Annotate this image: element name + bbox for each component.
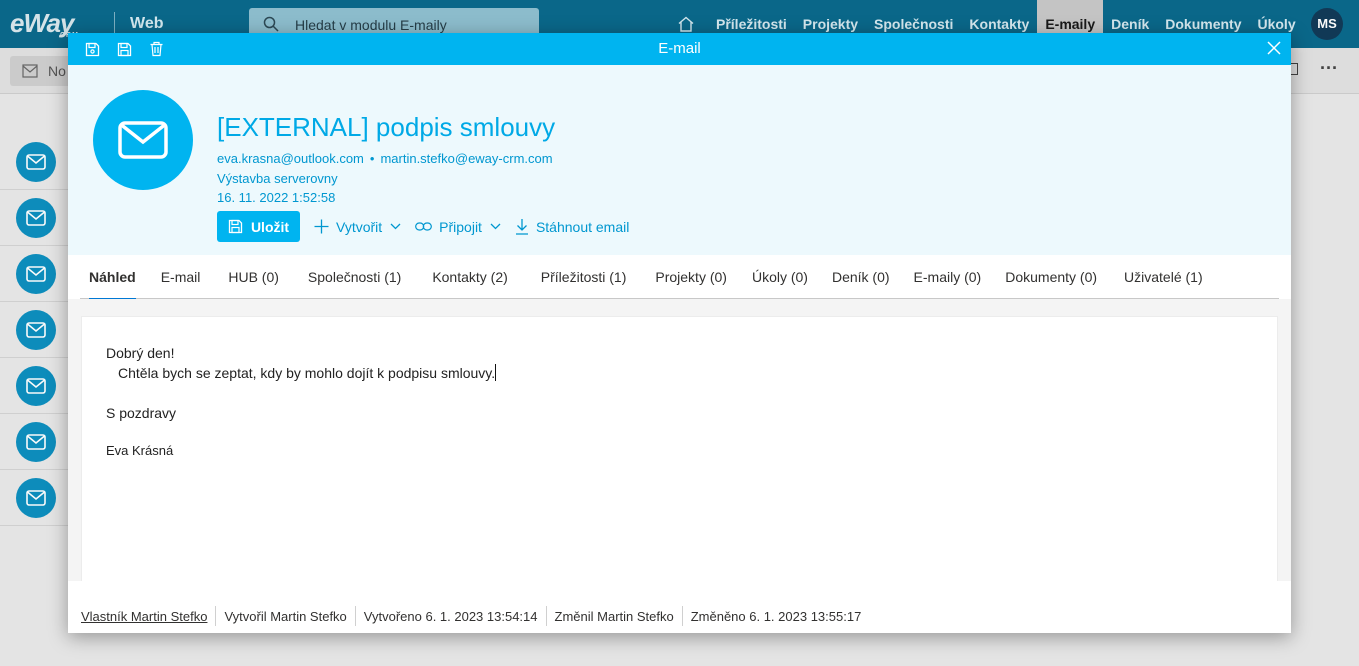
tab-emaily[interactable]: E-maily (0) bbox=[914, 255, 982, 299]
tab-spolecnosti[interactable]: Společnosti (1) bbox=[308, 255, 401, 299]
email-signature: Eva Krásná bbox=[106, 443, 174, 458]
email-closing: S pozdravy bbox=[106, 405, 177, 421]
download-email-button[interactable]: Stáhnout email bbox=[515, 218, 629, 235]
created-date: Vytvořeno 6. 1. 2023 13:54:14 bbox=[363, 608, 538, 624]
tab-dokumenty[interactable]: Dokumenty (0) bbox=[1005, 255, 1097, 299]
chevron-down-icon bbox=[390, 223, 401, 230]
tab-projekty[interactable]: Projekty (0) bbox=[655, 255, 727, 299]
tab-kontakty[interactable]: Kontakty (2) bbox=[432, 255, 507, 299]
created-by: Vytvořil Martin Stefko bbox=[224, 608, 347, 624]
modified-date: Změněno 6. 1. 2023 13:55:17 bbox=[690, 608, 862, 624]
email-tabs: Náhled E-mail HUB (0) Společnosti (1) Ko… bbox=[80, 255, 1279, 300]
email-greeting: Dobrý den! bbox=[106, 345, 175, 361]
preview-area: Dobrý den! Chtěla bych se zeptat, kdy by… bbox=[68, 299, 1291, 598]
email-envelope-icon bbox=[93, 90, 193, 190]
attach-button-label: Připojit bbox=[439, 218, 482, 235]
create-button-label: Vytvořit bbox=[336, 218, 383, 235]
download-icon bbox=[515, 219, 528, 235]
email-body-line: Chtěla bych se zeptat, kdy by mohlo dojí… bbox=[106, 363, 497, 383]
dialog-title: E-mail bbox=[658, 40, 701, 57]
email-actions: Uložit Vytvořit Připojit Stáhnout email bbox=[217, 211, 629, 242]
tab-denik[interactable]: Deník (0) bbox=[832, 255, 890, 299]
dialog-title-bar: E-mail bbox=[68, 33, 1291, 65]
attach-button[interactable]: Připojit bbox=[415, 219, 501, 235]
tab-email[interactable]: E-mail bbox=[161, 255, 201, 299]
address-separator: • bbox=[369, 151, 375, 166]
tab-hub[interactable]: HUB (0) bbox=[228, 255, 279, 299]
email-date: 16. 11. 2022 1:52:58 bbox=[217, 190, 336, 205]
recipient-address[interactable]: martin.stefko@eway-crm.com bbox=[380, 151, 552, 166]
link-icon bbox=[415, 222, 433, 231]
tab-ukoly[interactable]: Úkoly (0) bbox=[752, 255, 808, 299]
related-project-link[interactable]: Výstavba serverovny bbox=[217, 171, 338, 186]
email-body-line-text: Chtěla bych se zeptat, kdy by mohlo dojí… bbox=[118, 365, 496, 381]
tab-uzivatele[interactable]: Uživatelé (1) bbox=[1124, 255, 1203, 299]
save-button-label: Uložit bbox=[250, 218, 290, 235]
tab-nahled[interactable]: Náhled bbox=[89, 255, 136, 300]
tab-prilezitosti[interactable]: Příležitosti (1) bbox=[541, 255, 627, 299]
modified-by: Změnil Martin Stefko bbox=[554, 608, 674, 624]
email-body-card[interactable]: Dobrý den! Chtěla bych se zeptat, kdy by… bbox=[81, 316, 1278, 598]
email-subject: [EXTERNAL] podpis smlouvy bbox=[217, 112, 556, 142]
email-header: [EXTERNAL] podpis smlouvy eva.krasna@out… bbox=[68, 65, 1291, 255]
record-metadata-footer: Vlastník Martin Stefko Vytvořil Martin S… bbox=[68, 581, 1291, 633]
email-dialog: E-mail [EXTERNAL] podpis smlouvy eva.kra… bbox=[68, 33, 1291, 633]
save-button[interactable]: Uložit bbox=[217, 211, 300, 242]
plus-icon bbox=[314, 219, 329, 234]
text-cursor bbox=[495, 364, 497, 381]
close-icon[interactable] bbox=[1266, 40, 1284, 58]
email-body: Dobrý den! Chtěla bych se zeptat, kdy by… bbox=[106, 343, 497, 461]
save-icon bbox=[228, 219, 243, 234]
owner-link[interactable]: Vlastník Martin Stefko bbox=[81, 609, 207, 624]
download-email-label: Stáhnout email bbox=[535, 218, 630, 235]
chevron-down-icon bbox=[490, 223, 501, 230]
create-button[interactable]: Vytvořit bbox=[314, 219, 401, 235]
email-addresses: eva.krasna@outlook.com • martin.stefko@ewa… bbox=[217, 151, 553, 166]
sender-address[interactable]: eva.krasna@outlook.com bbox=[217, 151, 364, 166]
